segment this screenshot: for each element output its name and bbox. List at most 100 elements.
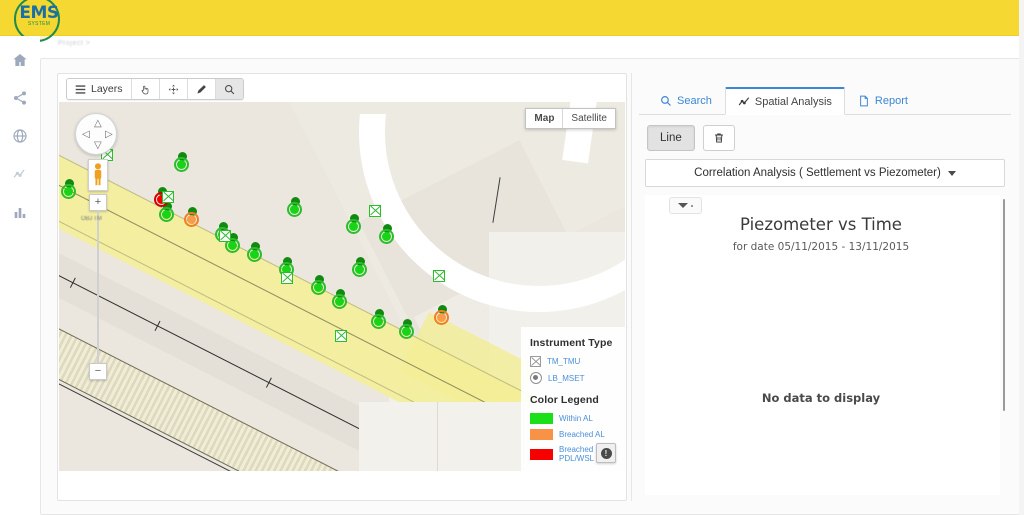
search-zoom-icon xyxy=(224,84,235,95)
map-divider-1 xyxy=(437,402,438,472)
panel-divider xyxy=(631,73,632,501)
line-chart-icon[interactable] xyxy=(8,162,32,186)
analysis-type-label: Correlation Analysis ( Settlement vs Pie… xyxy=(694,167,941,179)
map-marker[interactable] xyxy=(332,289,347,309)
share-nodes-icon[interactable] xyxy=(8,86,32,110)
delete-button[interactable] xyxy=(702,125,735,151)
map-marker[interactable] xyxy=(433,270,445,282)
logo-subtext: SYSTEM xyxy=(27,21,51,27)
analysis-panel: Search Spatial Analysis Report Line Corr… xyxy=(639,73,1011,501)
content-card: Layers △ ▽ ◁ ▷ + − OBJ TM Map Satellite … xyxy=(40,58,1024,515)
bar-chart-icon[interactable] xyxy=(8,200,32,224)
marker-fill xyxy=(349,222,358,231)
legend-item-tm-tmu: TM_TMU xyxy=(530,356,625,367)
home-icon[interactable] xyxy=(8,48,32,72)
move-tool[interactable] xyxy=(159,79,188,99)
square-x-icon xyxy=(281,272,293,284)
tab-search-label: Search xyxy=(677,95,712,107)
zoom-out-button[interactable]: − xyxy=(89,363,107,380)
map-marker[interactable] xyxy=(287,197,302,217)
search-zoom-tool[interactable] xyxy=(215,79,243,99)
street-view-pegman[interactable] xyxy=(88,159,108,191)
map-type-map-button[interactable]: Map xyxy=(526,109,564,128)
top-header-bar: EMS SYSTEM xyxy=(0,0,1024,42)
search-icon xyxy=(660,95,672,107)
globe-icon[interactable] xyxy=(8,124,32,148)
map-footer-bar xyxy=(59,471,625,499)
map-marker[interactable] xyxy=(434,305,449,325)
map-marker[interactable] xyxy=(346,214,361,234)
color-swatch-breached-pdl xyxy=(530,448,553,460)
analysis-type-dropdown[interactable]: Correlation Analysis ( Settlement vs Pie… xyxy=(645,159,1005,187)
page-scrollbar[interactable] xyxy=(1019,0,1024,515)
legend-color-title: Color Legend xyxy=(530,394,599,406)
marker-fill xyxy=(355,265,364,274)
funnel-icon xyxy=(678,203,688,208)
map-marker[interactable] xyxy=(311,275,326,295)
chart-scrollbar[interactable] xyxy=(1000,195,1009,495)
map-canvas[interactable]: △ ▽ ◁ ▷ + − OBJ TM Map Satellite Instrum… xyxy=(59,102,625,472)
marker-fill xyxy=(187,215,196,224)
pan-left-icon[interactable]: ◁ xyxy=(82,130,90,140)
marker-fill xyxy=(64,187,73,196)
marker-fill xyxy=(314,283,323,292)
circle-dot-icon xyxy=(530,372,542,384)
marker-fill xyxy=(402,327,411,336)
tab-report-label: Report xyxy=(874,95,908,107)
layers-label: Layers xyxy=(91,83,123,95)
map-marker[interactable] xyxy=(399,319,414,339)
marker-fill xyxy=(250,250,259,259)
tab-report[interactable]: Report xyxy=(845,87,921,115)
map-marker[interactable] xyxy=(174,152,189,172)
layers-icon xyxy=(75,84,86,95)
marker-fill xyxy=(382,232,391,241)
map-info-button[interactable]: ! xyxy=(596,443,616,463)
map-marker[interactable] xyxy=(162,191,174,203)
map-panel: Layers △ ▽ ◁ ▷ + − OBJ TM Map Satellite … xyxy=(57,73,627,501)
map-type-toggle[interactable]: Map Satellite xyxy=(525,108,616,129)
chart-menu-dot-icon xyxy=(691,204,693,207)
map-zoom-control[interactable]: + − OBJ TM xyxy=(81,194,107,380)
map-marker[interactable] xyxy=(335,330,347,342)
chart-container: Piezometer vs Time for date 05/11/2015 -… xyxy=(645,195,1009,495)
map-marker[interactable] xyxy=(379,224,394,244)
panel-tabs: Search Spatial Analysis Report xyxy=(639,87,1011,115)
pan-down-icon[interactable]: ▽ xyxy=(94,141,102,151)
marker-fill xyxy=(162,210,171,219)
map-type-satellite-button[interactable]: Satellite xyxy=(563,109,615,128)
map-marker[interactable] xyxy=(159,202,174,222)
legend-color-within-al: Within AL xyxy=(530,413,625,424)
map-marker[interactable] xyxy=(281,272,293,284)
marker-fill xyxy=(290,205,299,214)
chart-menu-button[interactable] xyxy=(669,197,702,214)
map-pan-control[interactable]: △ ▽ ◁ ▷ xyxy=(75,113,117,155)
pan-right-icon[interactable]: ▷ xyxy=(105,130,113,140)
map-marker[interactable] xyxy=(184,207,199,227)
map-marker[interactable] xyxy=(61,179,76,199)
legend-instrument-title: Instrument Type xyxy=(530,337,613,349)
tab-spatial-analysis-label: Spatial Analysis xyxy=(754,95,832,108)
legend-color-breached-al: Breached AL xyxy=(530,429,625,440)
marker-fill xyxy=(228,241,237,250)
square-x-icon xyxy=(369,205,381,217)
pan-up-icon[interactable]: △ xyxy=(94,119,102,129)
line-mode-button[interactable]: Line xyxy=(647,125,695,151)
chart-scrollbar-thumb[interactable] xyxy=(1003,199,1005,411)
zoom-slider-track[interactable] xyxy=(97,211,99,363)
map-marker[interactable] xyxy=(369,205,381,217)
logo-text: EMS xyxy=(19,3,59,23)
draw-pencil-tool[interactable] xyxy=(187,79,216,99)
color-swatch-within-al xyxy=(530,413,553,424)
map-marker[interactable] xyxy=(352,257,367,277)
tab-spatial-analysis[interactable]: Spatial Analysis xyxy=(724,87,845,115)
tab-search[interactable]: Search xyxy=(647,87,725,115)
chart-subtitle: for date 05/11/2015 - 13/11/2015 xyxy=(732,241,910,253)
map-marker[interactable] xyxy=(219,230,231,242)
map-marker[interactable] xyxy=(371,309,386,329)
layers-button[interactable]: Layers xyxy=(67,79,132,99)
pan-hand-tool[interactable] xyxy=(131,79,160,99)
pan-hand-icon xyxy=(140,84,151,95)
marker-fill xyxy=(335,297,344,306)
map-marker[interactable] xyxy=(247,242,262,262)
zoom-in-button[interactable]: + xyxy=(89,194,107,211)
